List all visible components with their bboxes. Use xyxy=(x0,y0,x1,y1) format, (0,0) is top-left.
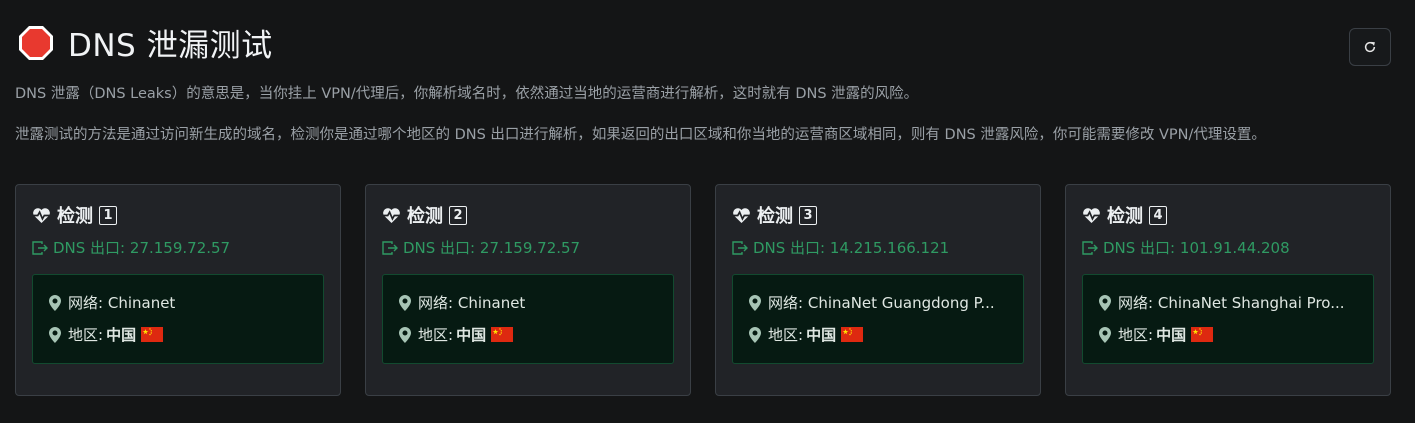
network-value: Chinanet xyxy=(107,293,176,312)
test-card: 检测 4 DNS 出口: 101.91.44.208 网络: ChinaNet … xyxy=(1065,184,1391,396)
network-value: Chinanet xyxy=(457,293,526,312)
location-pin-icon xyxy=(749,294,761,311)
heart-pulse-icon xyxy=(33,207,50,223)
region-label: 地区: xyxy=(418,326,454,344)
region-value: 中国 xyxy=(456,326,487,344)
exit-icon xyxy=(382,240,398,255)
region-label: 地区: xyxy=(768,326,804,344)
dns-leak-test-page: DNS 泄漏测试 DNS 泄露（DNS Leaks）的意思是，当你挂上 VPN/… xyxy=(0,0,1415,423)
dns-exit-line: DNS 出口: 27.159.72.57 xyxy=(382,237,580,258)
test-card: 检测 2 DNS 出口: 27.159.72.57 网络: Chinanet 地… xyxy=(365,184,691,396)
card-number-badge: 2 xyxy=(449,205,467,225)
card-title: 检测 2 xyxy=(382,202,467,228)
location-pin-icon xyxy=(1099,294,1111,311)
dns-exit-ip: 27.159.72.57 xyxy=(129,238,231,257)
region-label: 地区: xyxy=(1118,326,1154,344)
location-pin-icon xyxy=(749,326,761,343)
location-pin-icon xyxy=(399,294,411,311)
region-row: 地区: 中国 xyxy=(749,324,864,345)
test-cards: 检测 1 DNS 出口: 27.159.72.57 网络: Chinanet 地… xyxy=(15,184,1391,396)
dns-exit-line: DNS 出口: 101.91.44.208 xyxy=(1082,237,1290,258)
heart-pulse-icon xyxy=(733,207,750,223)
dns-exit-label: DNS 出口: xyxy=(403,239,476,257)
exit-icon xyxy=(32,240,48,255)
location-pin-icon xyxy=(1099,326,1111,343)
result-box: 网络: Chinanet 地区: 中国 xyxy=(382,274,674,364)
region-row: 地区: 中国 xyxy=(1099,324,1214,345)
exit-icon xyxy=(732,240,748,255)
refresh-button[interactable] xyxy=(1349,28,1391,66)
card-label: 检测 xyxy=(1107,206,1143,227)
china-flag-icon xyxy=(141,327,164,342)
test-card: 检测 1 DNS 出口: 27.159.72.57 网络: Chinanet 地… xyxy=(15,184,341,396)
card-title: 检测 4 xyxy=(1082,202,1167,228)
china-flag-icon xyxy=(1191,327,1214,342)
result-box: 网络: ChinaNet Shanghai Pro... 地区: 中国 xyxy=(1082,274,1374,364)
test-card: 检测 3 DNS 出口: 14.215.166.121 网络: ChinaNet… xyxy=(715,184,1041,396)
card-label: 检测 xyxy=(407,206,443,227)
card-number-badge: 4 xyxy=(1149,205,1167,225)
location-pin-icon xyxy=(49,326,61,343)
result-box: 网络: ChinaNet Guangdong P... 地区: 中国 xyxy=(732,274,1024,364)
network-row: 网络: ChinaNet Shanghai Pro... xyxy=(1099,292,1345,313)
region-row: 地区: 中国 xyxy=(399,324,514,345)
method-paragraph: 泄露测试的方法是通过访问新生成的域名，检测你是通过哪个地区的 DNS 出口进行解… xyxy=(15,127,1266,143)
network-row: 网络: ChinaNet Guangdong P... xyxy=(749,292,995,313)
exit-icon xyxy=(1082,240,1098,255)
dns-exit-ip: 101.91.44.208 xyxy=(1179,238,1290,257)
card-label: 检测 xyxy=(757,206,793,227)
location-pin-icon xyxy=(49,294,61,311)
stop-sign-icon xyxy=(19,25,53,60)
dns-exit-label: DNS 出口: xyxy=(1103,239,1176,257)
region-label: 地区: xyxy=(68,326,104,344)
network-label: 网络: xyxy=(68,294,104,312)
network-row: 网络: Chinanet xyxy=(399,292,525,313)
network-label: 网络: xyxy=(768,294,804,312)
region-value: 中国 xyxy=(106,326,137,344)
header: DNS 泄漏测试 xyxy=(18,20,273,65)
network-value: ChinaNet Guangdong P... xyxy=(807,293,995,312)
card-number-badge: 1 xyxy=(99,205,117,225)
page-title: DNS 泄漏测试 xyxy=(68,28,273,64)
network-value: ChinaNet Shanghai Pro... xyxy=(1157,293,1345,312)
heart-pulse-icon xyxy=(383,207,400,223)
dns-exit-label: DNS 出口: xyxy=(753,239,826,257)
card-label: 检测 xyxy=(57,206,93,227)
china-flag-icon xyxy=(841,327,864,342)
region-row: 地区: 中国 xyxy=(49,324,164,345)
dns-exit-ip: 27.159.72.57 xyxy=(479,238,581,257)
network-label: 网络: xyxy=(418,294,454,312)
china-flag-icon xyxy=(491,327,514,342)
location-pin-icon xyxy=(399,326,411,343)
region-value: 中国 xyxy=(806,326,837,344)
network-label: 网络: xyxy=(1118,294,1154,312)
dns-exit-line: DNS 出口: 27.159.72.57 xyxy=(32,237,230,258)
dns-exit-label: DNS 出口: xyxy=(53,239,126,257)
network-row: 网络: Chinanet xyxy=(49,292,175,313)
heart-pulse-icon xyxy=(1083,207,1100,223)
card-title: 检测 3 xyxy=(732,202,817,228)
dns-exit-ip: 14.215.166.121 xyxy=(829,238,950,257)
card-number-badge: 3 xyxy=(799,205,817,225)
description-paragraph: DNS 泄露（DNS Leaks）的意思是，当你挂上 VPN/代理后，你解析域名… xyxy=(15,86,919,102)
result-box: 网络: Chinanet 地区: 中国 xyxy=(32,274,324,364)
dns-exit-line: DNS 出口: 14.215.166.121 xyxy=(732,237,949,258)
refresh-icon xyxy=(1364,41,1376,53)
region-value: 中国 xyxy=(1156,326,1187,344)
card-title: 检测 1 xyxy=(32,202,117,228)
